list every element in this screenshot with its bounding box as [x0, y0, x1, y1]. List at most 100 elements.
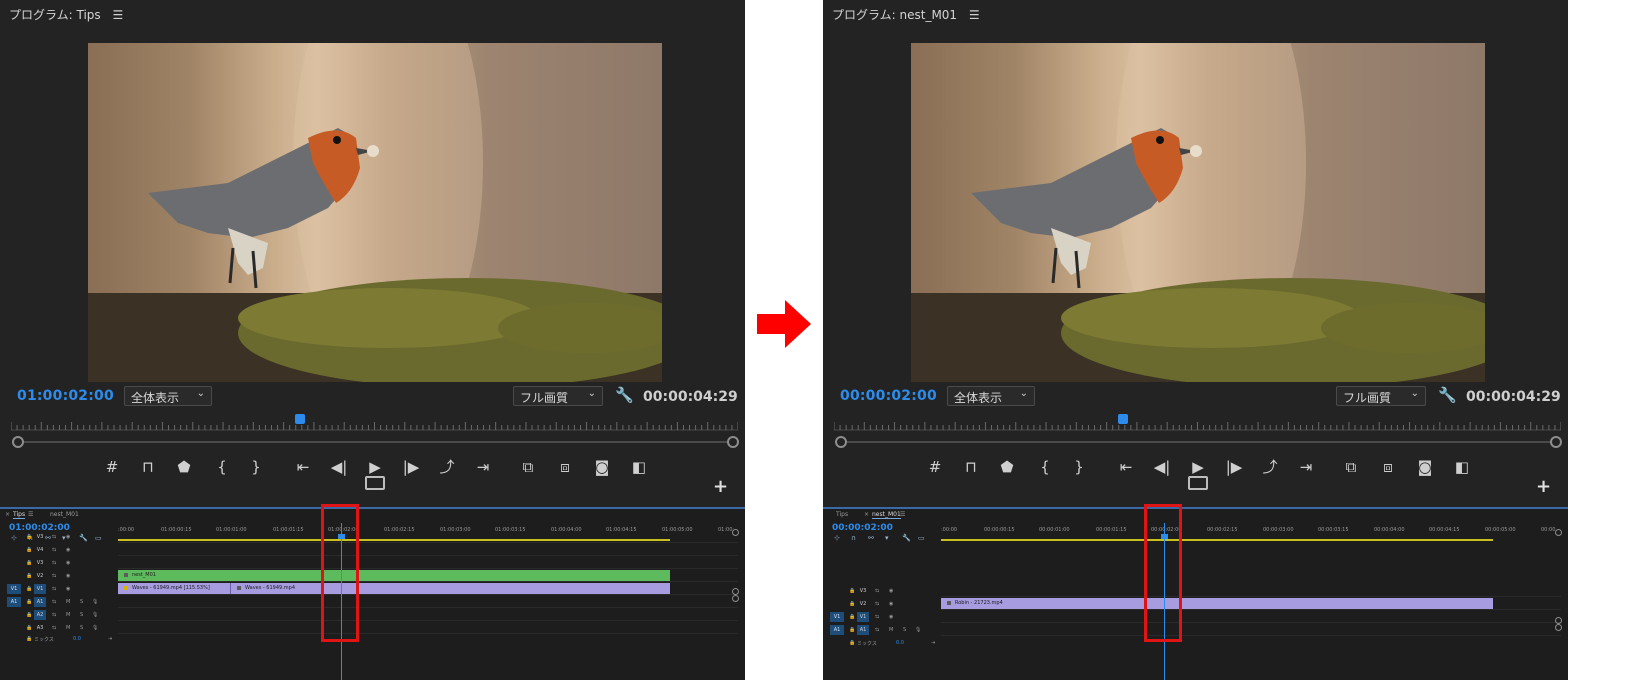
mute-toggle[interactable]: M	[66, 599, 70, 605]
go-to-out-icon[interactable]: ⇥	[471, 455, 495, 479]
lock-icon[interactable]: 🔒	[26, 612, 32, 618]
wrench-icon[interactable]: 🔧	[615, 386, 634, 404]
lift-icon[interactable]: ⤴	[435, 455, 459, 479]
quality-dropdown[interactable]: フル画質 ⌄	[1336, 386, 1426, 406]
track-target[interactable]: V3	[34, 532, 46, 542]
insert-icon[interactable]: ⧉	[516, 455, 540, 479]
track-target[interactable]: A1	[857, 625, 869, 635]
wrench-icon[interactable]: 🔧	[1438, 386, 1457, 404]
track-target[interactable]: A3	[34, 623, 46, 633]
lock-icon[interactable]: 🔒	[849, 601, 855, 607]
lock-icon[interactable]: 🔒	[26, 573, 32, 579]
vertical-zoom-handle[interactable]	[732, 529, 739, 536]
eye-icon[interactable]: ◉	[889, 588, 893, 594]
sync-lock-icon[interactable]: ⇆	[52, 625, 56, 631]
mic-icon[interactable]: 🎙	[92, 612, 98, 618]
mute-toggle[interactable]: M	[889, 627, 893, 633]
go-to-in-icon[interactable]: ⇤	[291, 455, 315, 479]
timeline-ruler[interactable]: :00:00 00:00:00:15 00:00:01:00 00:00:01:…	[941, 523, 1561, 543]
tab-close-icon[interactable]: ×	[5, 511, 10, 518]
multi-camera-icon[interactable]	[365, 476, 385, 490]
zoom-dropdown[interactable]: 全体表示 ⌄	[947, 386, 1035, 406]
eye-icon[interactable]: ◉	[66, 547, 70, 553]
mic-icon[interactable]: 🎙	[92, 599, 98, 605]
camera-icon[interactable]: ◙	[590, 455, 614, 479]
work-area-bar[interactable]	[941, 539, 1493, 541]
mute-toggle[interactable]: M	[66, 625, 70, 631]
sync-lock-icon[interactable]: ⇆	[52, 586, 56, 592]
source-patch[interactable]: A1	[7, 597, 21, 607]
mark-in-out-icon[interactable]: ⊓	[959, 455, 983, 479]
tab-close-icon[interactable]: ×	[864, 511, 869, 518]
overwrite-icon[interactable]: ⧈	[1376, 455, 1400, 479]
go-to-end-icon[interactable]: ⇥	[108, 636, 112, 642]
go-to-end-icon[interactable]: ⇥	[931, 640, 935, 646]
add-marker-grid-icon[interactable]: #	[923, 455, 947, 479]
video-clip-b[interactable]: Waves - 61949.mp4	[230, 583, 670, 594]
go-to-out-icon[interactable]: ⇥	[1294, 455, 1318, 479]
lock-icon[interactable]: 🔒	[26, 547, 32, 553]
eye-icon[interactable]: ◉	[66, 560, 70, 566]
add-icon[interactable]: +	[1536, 476, 1551, 497]
nest-clip[interactable]: nest_M01	[118, 570, 670, 581]
lock-icon[interactable]: 🔒	[26, 560, 32, 566]
timeline-timecode[interactable]: 00:00:02:00	[832, 523, 893, 533]
overwrite-icon[interactable]: ⧈	[553, 455, 577, 479]
track-target[interactable]: V2	[857, 599, 869, 609]
hamburger-menu-icon[interactable]: ☰	[113, 8, 124, 22]
current-timecode[interactable]: 00:00:02:00	[840, 388, 937, 404]
mini-playhead[interactable]	[1118, 414, 1128, 424]
mark-in-icon[interactable]: {	[210, 455, 234, 479]
sync-lock-icon[interactable]: ⇆	[52, 599, 56, 605]
vertical-zoom-handle[interactable]	[732, 588, 739, 595]
zoom-handle-left[interactable]	[835, 436, 847, 448]
current-timecode[interactable]: 01:00:02:00	[17, 388, 114, 404]
multi-camera-icon[interactable]	[1188, 476, 1208, 490]
track-target[interactable]: V1	[34, 584, 46, 594]
vertical-zoom-handle[interactable]	[1555, 617, 1562, 624]
eye-icon[interactable]: ◉	[66, 534, 70, 540]
captions-icon[interactable]: ▭	[918, 534, 925, 542]
track-target[interactable]: A1	[34, 597, 46, 607]
add-marker-icon[interactable]: ⬟	[995, 455, 1019, 479]
source-patch[interactable]: V1	[7, 584, 21, 594]
lock-icon[interactable]: 🔒	[26, 599, 32, 605]
sync-lock-icon[interactable]: ⇆	[875, 627, 879, 633]
solo-toggle[interactable]: S	[80, 599, 83, 605]
step-back-icon[interactable]: ◀|	[327, 455, 351, 479]
lock-icon[interactable]: 🔒	[849, 627, 855, 633]
mute-toggle[interactable]: M	[66, 612, 70, 618]
mark-out-icon[interactable]: }	[1067, 455, 1091, 479]
lock-icon[interactable]: 🔒	[26, 636, 32, 642]
step-forward-icon[interactable]: |▶	[1222, 455, 1246, 479]
vertical-zoom-handle[interactable]	[1555, 624, 1562, 631]
linked-selection-icon[interactable]: ⚯	[868, 534, 874, 542]
mic-icon[interactable]: 🎙	[915, 627, 921, 633]
track-target[interactable]: V3	[857, 586, 869, 596]
add-marker-grid-icon[interactable]: #	[100, 455, 124, 479]
sync-lock-icon[interactable]: ⇆	[52, 534, 56, 540]
snap-icon[interactable]: ∩	[851, 534, 856, 542]
mark-in-icon[interactable]: {	[1033, 455, 1057, 479]
zoom-scrollbar[interactable]	[12, 436, 739, 448]
track-target[interactable]: A2	[34, 610, 46, 620]
track-target[interactable]: V1	[857, 612, 869, 622]
lock-icon[interactable]: 🔒	[26, 534, 32, 540]
lift-icon[interactable]: ⤴	[1258, 455, 1282, 479]
source-patch[interactable]: V1	[830, 612, 844, 622]
add-icon[interactable]: +	[713, 476, 728, 497]
mark-out-icon[interactable]: }	[244, 455, 268, 479]
sync-lock-icon[interactable]: ⇆	[52, 547, 56, 553]
solo-toggle[interactable]: S	[80, 625, 83, 631]
sync-lock-icon[interactable]: ⇆	[52, 612, 56, 618]
sync-lock-icon[interactable]: ⇆	[875, 588, 879, 594]
sync-lock-icon[interactable]: ⇆	[875, 614, 879, 620]
tab-menu-icon[interactable]: ☰	[28, 511, 33, 518]
eye-icon[interactable]: ◉	[889, 601, 893, 607]
vertical-zoom-handle[interactable]	[732, 595, 739, 602]
track-target[interactable]: V3	[34, 558, 46, 568]
zoom-handle-right[interactable]	[1550, 436, 1562, 448]
comparison-view-icon[interactable]: ◧	[1450, 455, 1474, 479]
zoom-handle-left[interactable]	[12, 436, 24, 448]
quality-dropdown[interactable]: フル画質 ⌄	[513, 386, 603, 406]
